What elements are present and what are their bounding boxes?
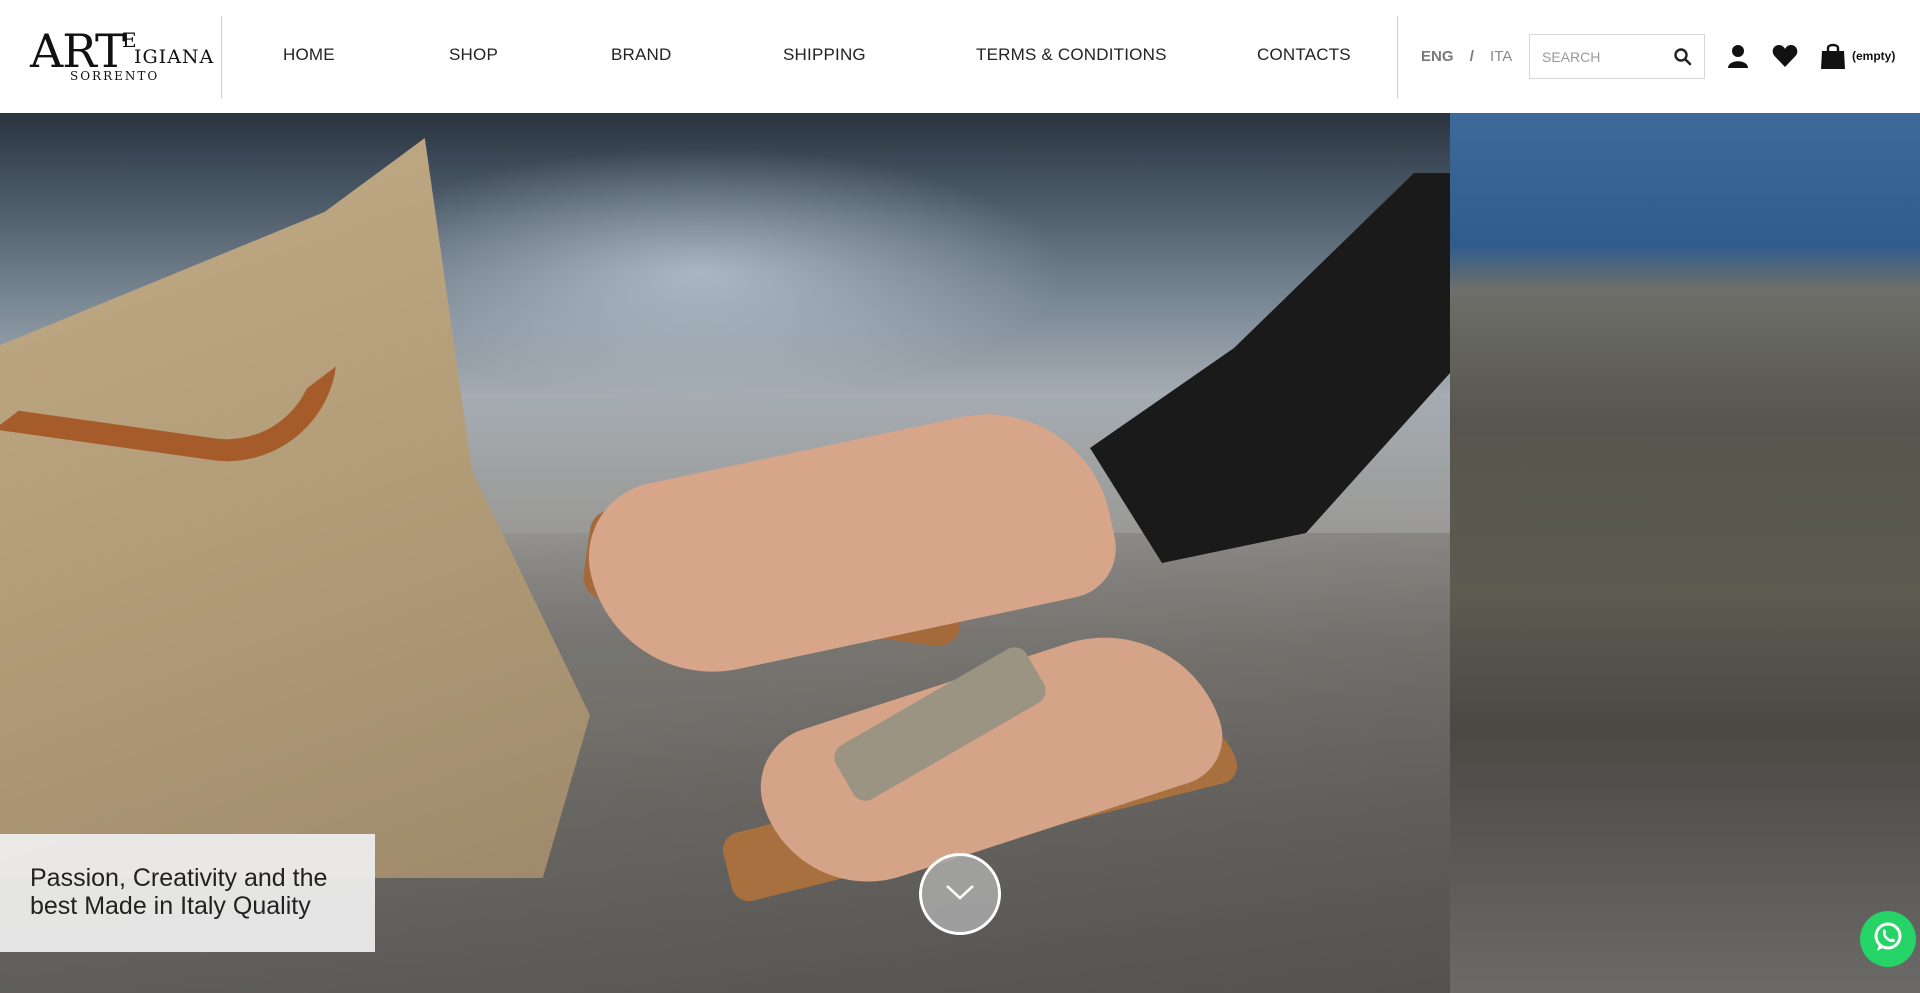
- cart-button[interactable]: (empty): [1820, 42, 1895, 70]
- language-switcher: ENG / ITA: [1421, 48, 1512, 65]
- main-nav: HOME SHOP BRAND SHIPPING TERMS & CONDITI…: [222, 0, 1397, 113]
- whatsapp-icon: [1871, 920, 1905, 959]
- lang-separator: /: [1469, 48, 1474, 65]
- nav-terms-conditions[interactable]: TERMS & CONDITIONS: [976, 45, 1167, 65]
- hero-caption-box: Passion, Creativity and the best Made in…: [0, 834, 375, 952]
- nav-shipping[interactable]: SHIPPING: [783, 45, 866, 65]
- heart-icon[interactable]: [1772, 44, 1798, 68]
- header-divider: [1397, 16, 1398, 98]
- hero-next-slide-image: [1450, 113, 1920, 993]
- whatsapp-chat-button[interactable]: [1860, 911, 1916, 967]
- search-icon[interactable]: [1673, 47, 1693, 67]
- hero-caption: Passion, Creativity and the best Made in…: [30, 864, 328, 920]
- search-box: [1529, 34, 1705, 79]
- user-icon[interactable]: [1727, 44, 1749, 68]
- lang-ita[interactable]: ITA: [1490, 48, 1512, 65]
- nav-home[interactable]: HOME: [283, 45, 335, 65]
- cart-status: (empty): [1852, 49, 1896, 63]
- logo-igiana: IGIANA: [134, 46, 215, 68]
- nav-brand[interactable]: BRAND: [611, 45, 672, 65]
- nav-contacts[interactable]: CONTACTS: [1257, 45, 1351, 65]
- chevron-down-icon: [945, 883, 975, 906]
- logo-sorrento: SORRENTO: [70, 69, 160, 83]
- shopping-bag-icon: [1820, 42, 1846, 70]
- hero-slider: Passion, Creativity and the best Made in…: [0, 113, 1920, 993]
- suede-tote-bag: [0, 138, 590, 878]
- site-header: ART E IGIANA SORRENTO HOME SHOP BRAND SH…: [0, 0, 1920, 113]
- search-input[interactable]: [1542, 45, 1672, 69]
- lang-eng[interactable]: ENG: [1421, 48, 1454, 65]
- scroll-down-button[interactable]: [919, 853, 1001, 935]
- nav-shop[interactable]: SHOP: [449, 45, 498, 65]
- brand-logo[interactable]: ART E IGIANA SORRENTO: [30, 24, 213, 84]
- logo-art: ART: [30, 24, 126, 78]
